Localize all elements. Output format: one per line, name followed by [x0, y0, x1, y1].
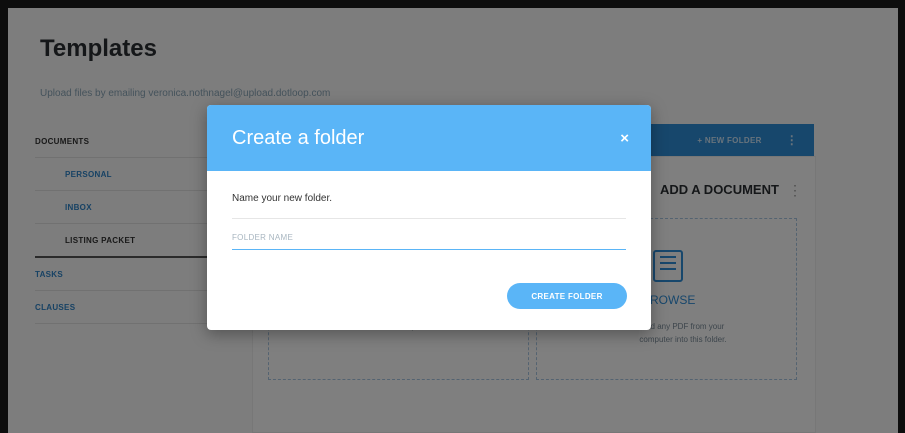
create-folder-dialog: Create a folder × Name your new folder. … [207, 105, 651, 330]
dialog-header: Create a folder × [207, 105, 651, 171]
create-folder-button[interactable]: CREATE FOLDER [507, 283, 627, 309]
dialog-title: Create a folder [232, 126, 365, 149]
divider [232, 218, 626, 219]
folder-name-input[interactable] [232, 225, 626, 250]
dialog-prompt: Name your new folder. [232, 193, 333, 204]
close-icon[interactable]: × [620, 130, 629, 147]
